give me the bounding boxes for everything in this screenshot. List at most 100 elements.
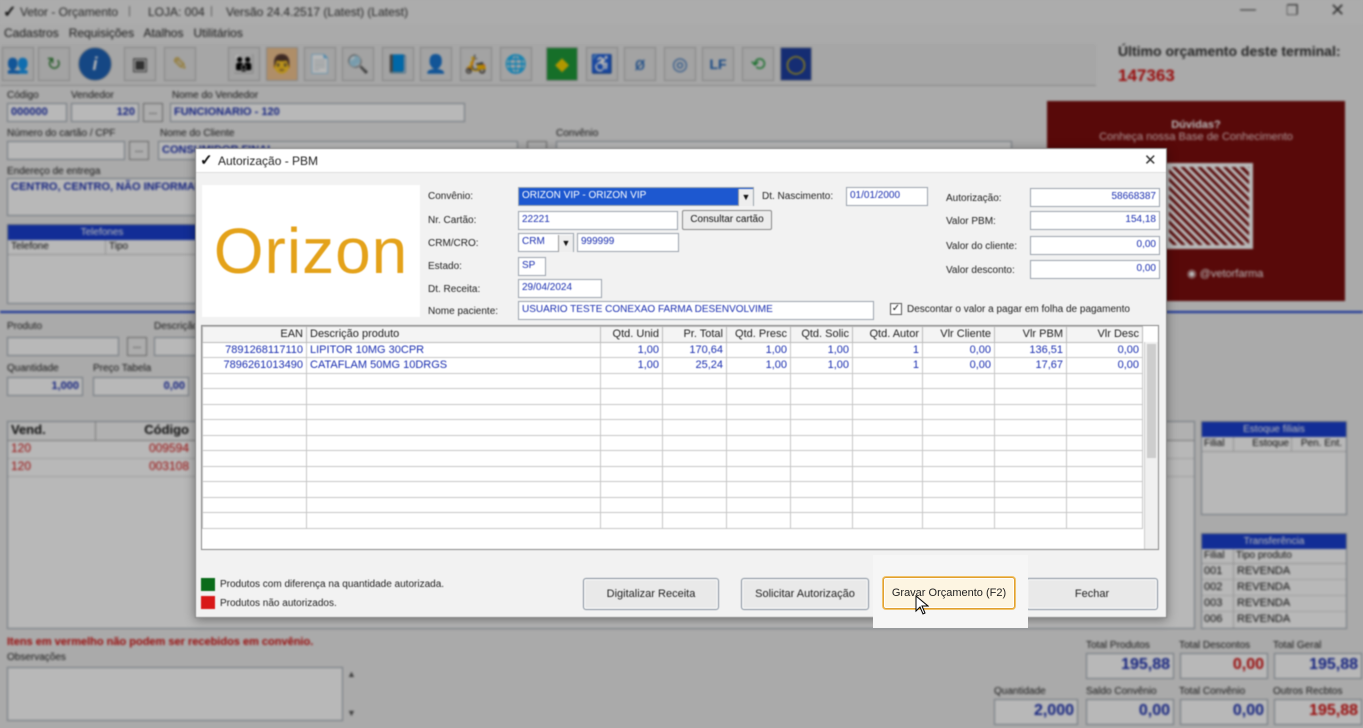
d-crm-label: CRM/CRO: xyxy=(428,238,479,249)
empty-cell xyxy=(922,512,995,529)
empty-cell xyxy=(922,388,995,405)
empty-cell xyxy=(790,434,853,451)
empty-cell xyxy=(726,512,791,529)
cell-ean: 7896261013490 xyxy=(202,357,307,374)
grid-scrollbar-thumb[interactable] xyxy=(1147,344,1156,458)
empty-cell xyxy=(726,372,791,389)
d-autorizacao-label: Autorização: xyxy=(946,193,1002,204)
empty-cell xyxy=(852,450,923,467)
empty-row xyxy=(202,512,1143,529)
empty-cell xyxy=(994,496,1067,513)
cell-vlr-cliente: 0,00 xyxy=(922,341,995,358)
table-row[interactable]: 7896261013490 CATAFLAM 50MG 10DRGS 1,00 … xyxy=(202,357,1143,374)
empty-cell xyxy=(790,403,853,420)
empty-row xyxy=(202,465,1143,482)
empty-cell xyxy=(600,481,663,498)
empty-row xyxy=(202,481,1143,498)
empty-cell xyxy=(922,450,995,467)
d-valor-pbm-label: Valor PBM: xyxy=(946,216,996,227)
empty-cell xyxy=(994,388,1067,405)
empty-cell xyxy=(922,403,995,420)
col-ean: EAN xyxy=(202,326,307,343)
d-estado-field[interactable]: SP xyxy=(518,257,546,276)
gravar-orcamento-button[interactable]: Gravar Orçamento (F2) xyxy=(883,577,1015,609)
d-crm-field[interactable]: 999999 xyxy=(577,233,679,252)
empty-cell xyxy=(202,465,307,482)
empty-cell xyxy=(790,419,853,436)
d-paciente-field[interactable]: USUARIO TESTE CONEXAO FARMA DESENVOLVIME xyxy=(518,301,874,320)
col-descricao: Descrição produto xyxy=(306,326,601,343)
empty-cell xyxy=(1066,434,1143,451)
empty-cell xyxy=(922,496,995,513)
empty-cell xyxy=(1066,450,1143,467)
d-convenio-label: Convênio: xyxy=(428,191,474,202)
empty-cell xyxy=(600,372,663,389)
empty-cell xyxy=(852,372,923,389)
cell-qtd-autor: 1 xyxy=(852,341,923,358)
dialog-title: Autorização - PBM xyxy=(218,154,319,168)
cell-qtd-autor: 1 xyxy=(852,357,923,374)
col-qtd-solic: Qtd. Solic xyxy=(790,326,853,343)
chevron-down-icon[interactable]: ▼ xyxy=(738,189,753,206)
col-qtd-unid: Qtd. Unid xyxy=(600,326,663,343)
grid-scrollbar[interactable] xyxy=(1144,342,1158,549)
cell-pr-total: 25,24 xyxy=(662,357,727,374)
d-cartao-field[interactable]: 22221 xyxy=(518,211,678,230)
empty-cell xyxy=(852,434,923,451)
grid-header: EAN Descrição produto Qtd. Unid Pr. Tota… xyxy=(202,326,1143,343)
empty-cell xyxy=(994,372,1067,389)
empty-cell xyxy=(852,388,923,405)
d-receita-field[interactable]: 29/04/2024 xyxy=(518,279,602,298)
empty-cell xyxy=(662,403,727,420)
consultar-cartao-button[interactable]: Consultar cartão xyxy=(682,210,772,230)
empty-row xyxy=(202,434,1143,451)
empty-cell xyxy=(306,403,601,420)
empty-cell xyxy=(202,419,307,436)
empty-cell xyxy=(726,403,791,420)
d-nascimento-field[interactable]: 01/01/2000 xyxy=(846,187,928,206)
col-qtd-presc: Qtd. Presc xyxy=(726,326,791,343)
mouse-cursor-icon xyxy=(915,595,929,615)
empty-cell xyxy=(306,372,601,389)
chevron-down-icon[interactable]: ▼ xyxy=(558,235,573,252)
empty-cell xyxy=(922,434,995,451)
empty-cell xyxy=(600,434,663,451)
digitalizar-receita-button[interactable]: Digitalizar Receita xyxy=(583,578,719,610)
empty-row xyxy=(202,403,1143,420)
empty-cell xyxy=(922,372,995,389)
cell-vlr-desc: 0,00 xyxy=(1066,341,1143,358)
empty-cell xyxy=(662,372,727,389)
empty-cell xyxy=(600,450,663,467)
dialog-close-icon[interactable]: ✕ xyxy=(1144,151,1157,169)
empty-cell xyxy=(790,496,853,513)
empty-cell xyxy=(662,434,727,451)
d-valor-desconto-label: Valor desconto: xyxy=(946,265,1015,276)
cell-vlr-desc: 0,00 xyxy=(1066,357,1143,374)
legend-green-swatch xyxy=(201,578,215,591)
empty-cell xyxy=(202,403,307,420)
col-pr-total: Pr. Total xyxy=(662,326,727,343)
fechar-button[interactable]: Fechar xyxy=(1026,578,1158,610)
dialog-title-bar: ✓ Autorização - PBM ✕ xyxy=(196,149,1166,173)
empty-cell xyxy=(790,372,853,389)
solicitar-autorizacao-button[interactable]: Solicitar Autorização xyxy=(741,578,869,610)
col-vlr-desc: Vlr Desc xyxy=(1066,326,1143,343)
empty-row xyxy=(202,419,1143,436)
d-convenio-select[interactable]: ORIZON VIP - ORIZON VIP xyxy=(518,187,754,206)
d-autorizacao-field: 58668387 xyxy=(1030,188,1160,207)
cell-vlr-pbm: 136,51 xyxy=(994,341,1067,358)
empty-cell xyxy=(994,465,1067,482)
table-row[interactable]: 7891268117110 LIPITOR 10MG 30CPR 1,00 17… xyxy=(202,341,1143,358)
col-vlr-cliente: Vlr Cliente xyxy=(922,326,995,343)
empty-cell xyxy=(852,481,923,498)
empty-cell xyxy=(202,496,307,513)
d-valor-cliente-label: Valor do cliente: xyxy=(946,241,1017,252)
cell-qtd-presc: 1,00 xyxy=(726,341,791,358)
empty-cell xyxy=(202,512,307,529)
d-valor-pbm-field: 154,18 xyxy=(1030,211,1160,230)
empty-cell xyxy=(662,388,727,405)
empty-cell xyxy=(202,450,307,467)
empty-cell xyxy=(600,388,663,405)
empty-cell xyxy=(662,496,727,513)
descontar-checkbox[interactable]: ✓ xyxy=(890,303,902,315)
